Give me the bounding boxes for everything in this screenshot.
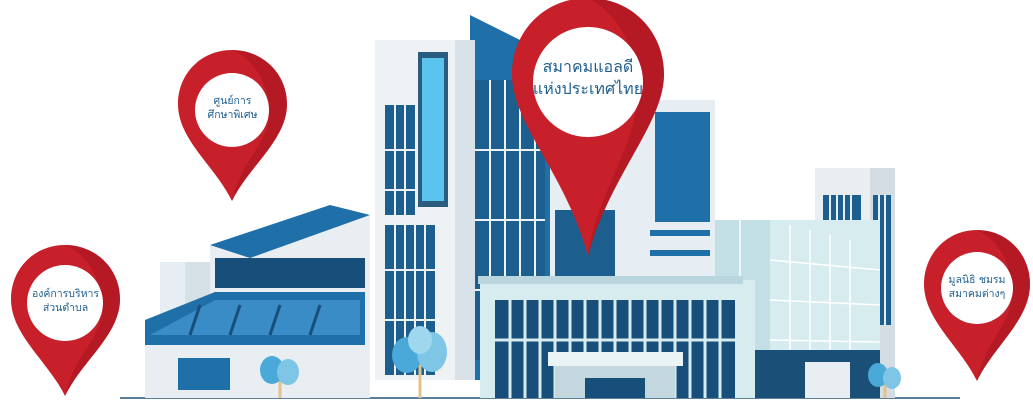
- pin-main-line-2: แห่งประเทศไทย: [532, 78, 644, 98]
- pin-local-administration-line-1: องค์การบริหาร: [31, 288, 100, 300]
- map-pin-icon: [512, 0, 664, 256]
- map-pin-icon: [924, 230, 1030, 381]
- pin-special-education-line-2: ศึกษาพิเศษ: [207, 109, 258, 122]
- left-building: [145, 205, 370, 398]
- map-pin-icon: [11, 245, 120, 396]
- location-pin-special-education[interactable]: ศูนย์การ ศึกษาพิเศษ: [175, 48, 290, 203]
- pin-special-education-label: ศูนย์การ ศึกษาพิเศษ: [175, 94, 290, 122]
- pin-foundations-line-1: มูลนิธิ ชมรม: [948, 274, 1006, 286]
- pin-local-administration-label: องค์การบริหาร ส่วนตำบล: [8, 287, 123, 315]
- pin-foundations-line-2: สมาคมต่างๆ: [948, 288, 1006, 301]
- pin-local-administration-line-2: ส่วนตำบล: [42, 302, 89, 315]
- location-pin-foundations[interactable]: มูลนิธิ ชมรม สมาคมต่างๆ: [922, 228, 1032, 383]
- front-entrance-building: [478, 276, 755, 398]
- location-pin-local-administration[interactable]: องค์การบริหาร ส่วนตำบล: [8, 243, 123, 398]
- location-pin-main[interactable]: สมาคมแอลดี แห่งประเทศไทย: [508, 0, 668, 259]
- pin-special-education-line-1: ศูนย์การ: [213, 95, 252, 107]
- map-pin-icon: [178, 50, 287, 201]
- pin-main-line-1: สมาคมแอลดี: [542, 57, 634, 76]
- pin-foundations-label: มูลนิธิ ชมรม สมาคมต่างๆ: [922, 273, 1032, 301]
- pin-main-label: สมาคมแอลดี แห่งประเทศไทย: [508, 56, 668, 99]
